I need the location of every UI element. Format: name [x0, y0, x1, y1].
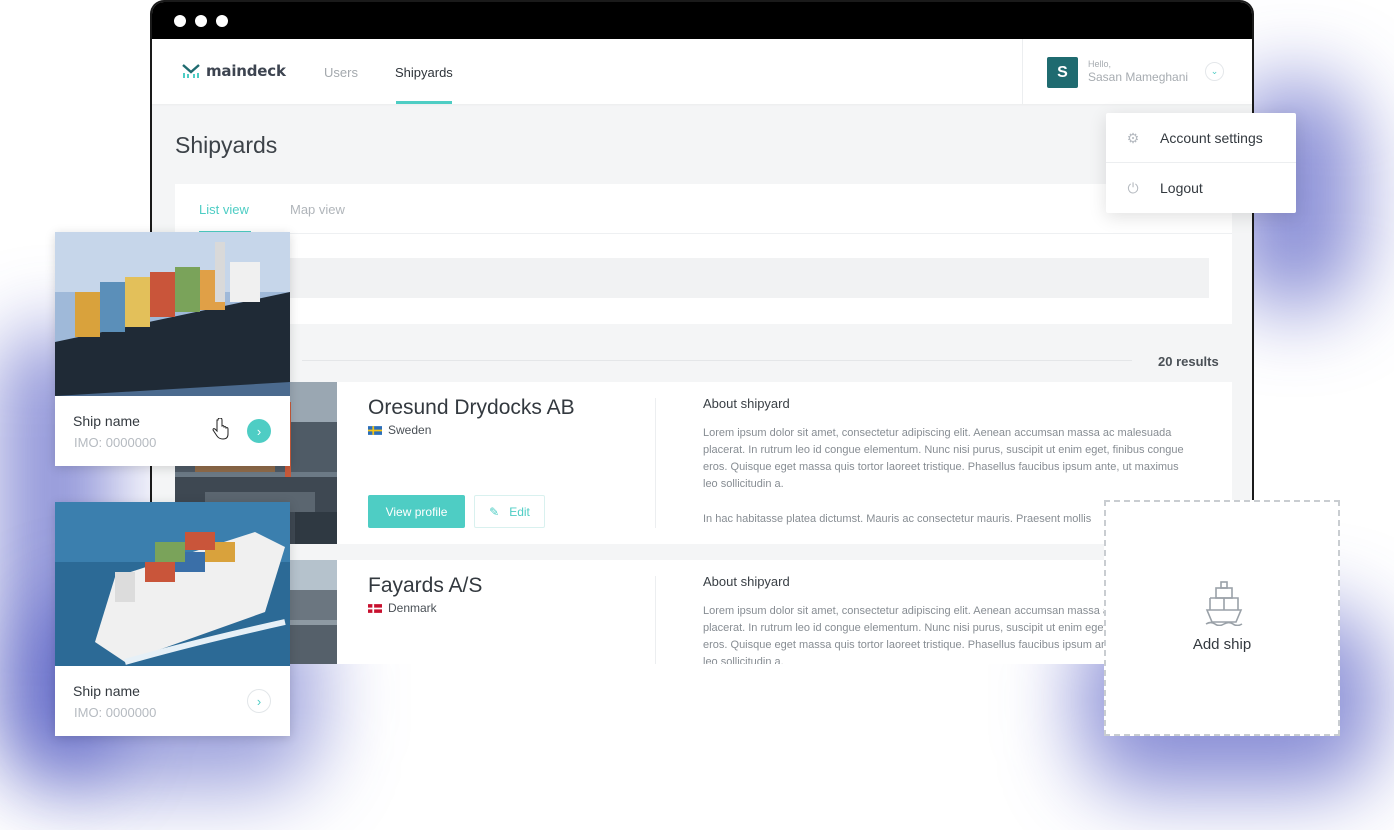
- ship-image: [55, 502, 290, 666]
- results-count: 20 results: [1158, 354, 1219, 369]
- browser-window: maindeck Users Shipyards S Hello, Sasan …: [150, 0, 1254, 664]
- menu-item-account-settings[interactable]: ⚙ Account settings: [1106, 113, 1296, 163]
- ship-imo: IMO: 0000000: [74, 705, 157, 720]
- nav-item-users[interactable]: Users: [324, 65, 358, 80]
- nav-active-indicator: [396, 101, 452, 104]
- tabs-divider: [175, 233, 1232, 234]
- user-dropdown-menu: ⚙ Account settings ⏻ Logout: [1106, 113, 1296, 213]
- shipyard-country: Denmark: [388, 601, 437, 615]
- ship-name: Ship name: [73, 683, 140, 699]
- results-divider: [302, 360, 1132, 361]
- gear-icon: ⚙: [1126, 129, 1140, 146]
- card-divider: [655, 576, 656, 664]
- view-tabs-panel: List view Map view: [175, 184, 1232, 324]
- nav-item-shipyards[interactable]: Shipyards: [395, 65, 453, 80]
- user-menu-trigger[interactable]: S Hello, Sasan Mameghani ⌄: [1022, 39, 1252, 104]
- ship-card[interactable]: Ship name IMO: 0000000 ›: [55, 232, 290, 466]
- page-title: Shipyards: [175, 132, 278, 158]
- edit-button-label: Edit: [509, 504, 530, 519]
- window-minimize-dot[interactable]: [195, 14, 207, 27]
- ship-name: Ship name: [73, 413, 140, 429]
- window-close-dot[interactable]: [174, 14, 186, 27]
- shipyard-name[interactable]: Fayards A/S: [368, 574, 482, 598]
- window-titlebar: [152, 2, 1252, 39]
- ship-card-footer: Ship name IMO: 0000000 ›: [55, 666, 290, 736]
- add-ship-button[interactable]: Add ship: [1104, 500, 1340, 736]
- menu-item-label: Account settings: [1160, 130, 1263, 146]
- about-title: About shipyard: [703, 396, 790, 411]
- ship-open-button[interactable]: ›: [247, 689, 271, 713]
- sweden-flag-icon: [368, 426, 382, 435]
- brand-name: maindeck: [206, 62, 286, 80]
- user-name: Sasan Mameghani: [1088, 70, 1189, 84]
- about-text: Lorem ipsum dolor sit amet, consectetur …: [703, 427, 1184, 490]
- ship-card-footer: Ship name IMO: 0000000 ›: [55, 396, 290, 466]
- shipyard-card: Fayards A/S Denmark About shipyard Lorem…: [175, 560, 1232, 664]
- user-greeting: Hello,: [1088, 59, 1112, 69]
- shipyard-card: Oresund Drydocks AB Sweden View profile …: [175, 382, 1232, 544]
- search-input[interactable]: [199, 258, 1209, 298]
- denmark-flag-icon: [368, 604, 382, 613]
- brand-logo[interactable]: maindeck: [182, 62, 286, 80]
- ship-imo: IMO: 0000000: [74, 435, 157, 450]
- avatar[interactable]: S: [1047, 57, 1078, 88]
- pencil-icon: ✎: [489, 504, 500, 519]
- window-maximize-dot[interactable]: [216, 14, 228, 27]
- ship-open-button[interactable]: ›: [247, 419, 271, 443]
- ship-icon: [1205, 581, 1243, 626]
- top-navigation: maindeck Users Shipyards S Hello, Sasan …: [152, 39, 1252, 104]
- add-ship-label: Add ship: [1192, 636, 1252, 653]
- menu-item-label: Logout: [1160, 180, 1203, 196]
- card-divider: [655, 398, 656, 528]
- ship-image: [55, 232, 290, 396]
- edit-button[interactable]: ✎ Edit: [474, 495, 545, 528]
- maindeck-logo-icon: [182, 64, 200, 78]
- menu-item-logout[interactable]: ⏻ Logout: [1106, 163, 1296, 213]
- chevron-down-icon[interactable]: ⌄: [1205, 62, 1224, 81]
- about-title: About shipyard: [703, 574, 790, 589]
- shipyard-country: Sweden: [388, 423, 432, 437]
- tab-map-view[interactable]: Map view: [290, 202, 345, 217]
- shipyard-name[interactable]: Oresund Drydocks AB: [368, 396, 575, 420]
- hand-cursor-icon: [212, 418, 229, 440]
- tab-list-view[interactable]: List view: [199, 202, 249, 217]
- ship-card[interactable]: Ship name IMO: 0000000 ›: [55, 502, 290, 736]
- power-icon: ⏻: [1127, 179, 1139, 196]
- view-profile-button[interactable]: View profile: [368, 495, 465, 528]
